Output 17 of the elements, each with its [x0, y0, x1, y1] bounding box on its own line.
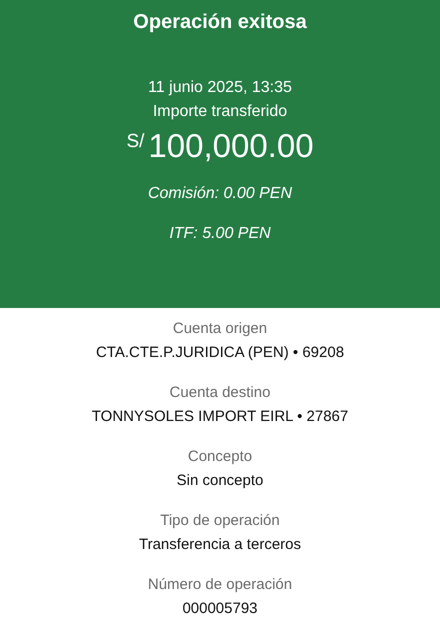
detail-label: Cuenta origen	[172, 319, 268, 339]
detail-value: TONNYSOLES IMPORT EIRL • 27867	[92, 407, 348, 427]
screen-title: Operación exitosa	[133, 10, 307, 35]
detail-value: 000005793	[182, 599, 258, 619]
detail-label: Tipo de operación	[160, 511, 280, 531]
amount-label: Importe transferido	[152, 102, 288, 122]
detail-label: Número de operación	[148, 575, 292, 595]
detail-label: Cuenta destino	[170, 383, 270, 403]
fee-text: ITF: 5.00 PEN	[169, 224, 271, 244]
amount: 100,000.00	[148, 126, 314, 166]
fee-text: Comisión: 0.00 PEN	[148, 184, 292, 204]
detail-value: Sin concepto	[176, 471, 264, 491]
detail-value: Transferencia a terceros	[138, 535, 301, 555]
operation-date: 11 junio 2025, 13:35	[148, 78, 292, 98]
currency-symbol: S/	[126, 130, 144, 154]
detail-label: Concepto	[188, 447, 252, 467]
detail-value: CTA.CTE.P.JURIDICA (PEN) • 69208	[96, 343, 344, 363]
